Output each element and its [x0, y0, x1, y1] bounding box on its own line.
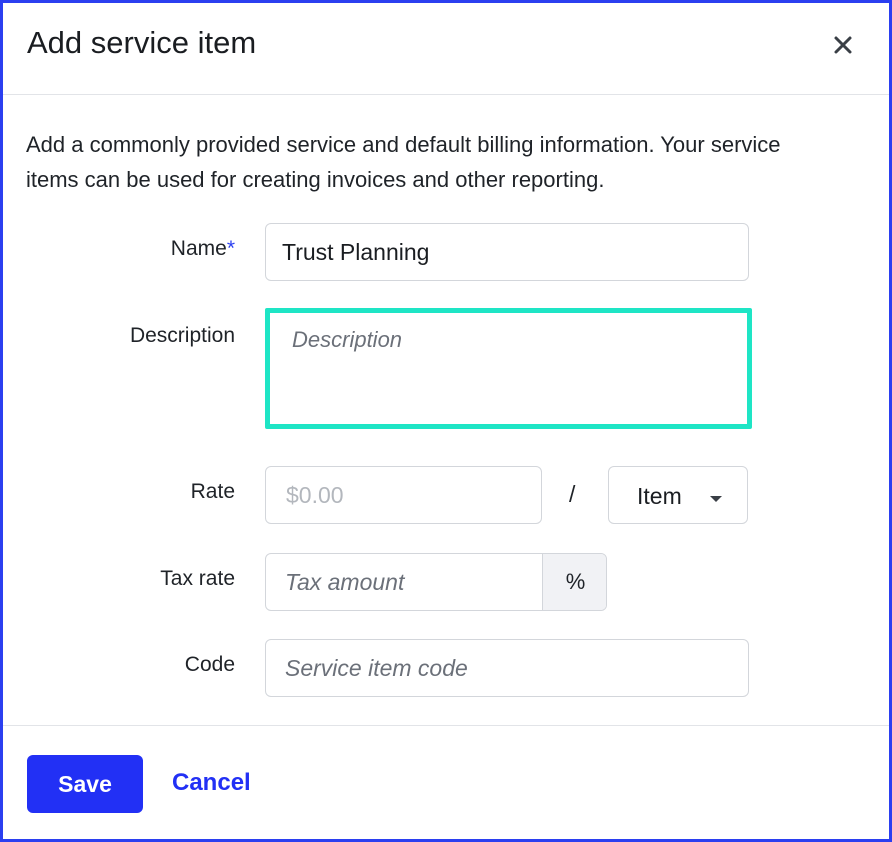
tax-rate-group: %	[265, 553, 607, 611]
footer-divider	[3, 725, 889, 726]
description-label: Description	[129, 324, 235, 347]
chevron-down-icon	[709, 491, 723, 502]
dialog-header: Add service item	[3, 3, 889, 95]
percent-addon: %	[542, 554, 606, 610]
rate-input[interactable]	[265, 466, 542, 524]
code-label: Code	[184, 653, 235, 676]
name-label-text: Name	[170, 237, 227, 260]
rate-separator: /	[569, 481, 576, 507]
name-input[interactable]	[265, 223, 749, 281]
code-input[interactable]	[265, 639, 749, 697]
rate-label: Rate	[190, 480, 235, 503]
add-service-item-dialog: Add service item Add a commonly provided…	[0, 0, 892, 842]
description-input[interactable]	[265, 308, 752, 429]
dialog-intro-text: Add a commonly provided service and defa…	[26, 132, 781, 192]
close-icon[interactable]	[831, 33, 855, 57]
tax-rate-input[interactable]	[266, 554, 542, 610]
tax-rate-label: Tax rate	[160, 567, 235, 590]
required-mark: *	[226, 237, 235, 260]
rate-unit-value: Item	[637, 483, 682, 509]
name-label: Name*	[25, 237, 235, 261]
rate-unit-select[interactable]: Item	[608, 466, 748, 524]
cancel-button[interactable]: Cancel	[172, 769, 251, 797]
dialog-title: Add service item	[27, 25, 257, 60]
save-button[interactable]: Save	[27, 755, 143, 813]
